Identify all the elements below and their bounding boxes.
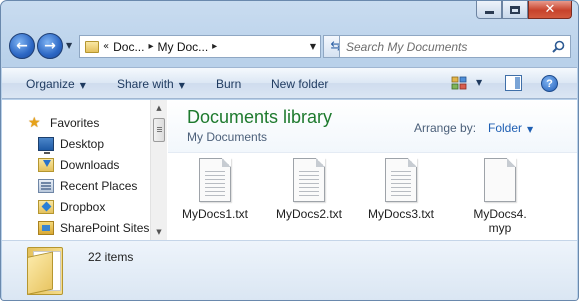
downloads-icon [38, 157, 54, 172]
address-bar[interactable]: « Doc... ▸ My Doc... ▸ ▼ [79, 35, 321, 58]
minimize-button[interactable] [476, 1, 502, 19]
breadcrumb-separator-icon[interactable]: ▸ [148, 41, 153, 52]
file-item[interactable]: MyDocs2.txt [265, 158, 353, 221]
sidebar-item-recent-places[interactable]: Recent Places [2, 175, 150, 196]
file-view: Documents library My Documents Arrange b… [168, 100, 577, 240]
sidebar-item-label: Downloads [60, 157, 120, 172]
organize-label: Organize [26, 77, 75, 91]
command-bar: Organize ▼ Share with ▼ Burn New folder ▼ … [2, 67, 577, 99]
library-folder-icon [27, 247, 63, 295]
file-name: MyDocs2.txt [275, 207, 342, 221]
sidebar-item-label: Recent Places [60, 178, 138, 193]
file-item[interactable]: MyDocs3.txt [357, 158, 445, 221]
search-icon[interactable] [552, 40, 565, 53]
recent-places-icon [38, 178, 54, 193]
chevron-down-icon: ▼ [79, 81, 86, 90]
minimize-icon [484, 10, 494, 14]
sidebar-item-label: Desktop [60, 136, 105, 151]
content-area: ★ Favorites Desktop Downloads Recent Pla… [2, 100, 577, 240]
forward-button[interactable]: → [37, 33, 63, 59]
sidebar-item-sharepoint-sites[interactable]: SharePoint Sites [2, 217, 150, 238]
sidebar-item-label: Dropbox [60, 199, 106, 214]
sidebar-item-downloads[interactable]: Downloads [2, 154, 150, 175]
details-pane: 22 items [2, 240, 577, 300]
file-name: MyDocs4.myp [473, 207, 527, 235]
breadcrumb-my-documents[interactable]: My Doc... [158, 40, 209, 54]
sidebar-item-label: Favorites [50, 115, 100, 130]
navigation-bar: ← → ▼ « Doc... ▸ My Doc... ▸ ▼ ⇆ [9, 33, 571, 59]
file-name: MyDocs3.txt [367, 207, 434, 221]
close-button[interactable]: ✕ [528, 1, 572, 19]
file-item[interactable]: MyDocs4.myp [456, 158, 544, 235]
breadcrumb-documents[interactable]: Doc... [113, 40, 144, 54]
text-file-icon [385, 158, 417, 202]
new-folder-button[interactable]: New folder [271, 77, 328, 91]
sidebar-item-desktop[interactable]: Desktop [2, 133, 150, 154]
change-view-icon[interactable] [451, 76, 467, 90]
share-with-label: Share with [117, 77, 174, 91]
view-options-dropdown-icon[interactable]: ▼ [476, 78, 482, 87]
arrange-by-dropdown[interactable]: Folder ▼ [488, 121, 533, 135]
recent-pages-dropdown-icon[interactable]: ▼ [66, 41, 72, 50]
sharepoint-icon [38, 220, 54, 235]
sidebar-item-label: SharePoint Sites [60, 220, 150, 235]
file-grid: MyDocs1.txt MyDocs2.txt MyDocs3.txt MyDo… [168, 158, 577, 240]
folder-icon [85, 40, 99, 53]
navigation-pane-scrollbar[interactable]: ▲ ▼ [150, 100, 167, 240]
overflow-chevron-icon[interactable]: « [103, 41, 109, 52]
caption-buttons: ✕ [476, 1, 572, 19]
back-button[interactable]: ← [9, 33, 35, 59]
maximize-icon [510, 5, 520, 14]
chevron-down-icon: ▼ [527, 125, 534, 134]
generic-file-icon [484, 158, 516, 202]
file-item[interactable]: MyDocs1.txt [171, 158, 259, 221]
explorer-window: ✕ ← → ▼ « Doc... ▸ My Doc... ▸ ▼ ⇆ Organ… [0, 0, 579, 301]
help-button[interactable]: ? [541, 75, 558, 92]
library-subtitle: My Documents [187, 130, 268, 144]
scrollbar-thumb[interactable] [153, 118, 165, 142]
share-with-button[interactable]: Share with ▼ [117, 77, 185, 91]
item-count: 22 items [88, 250, 134, 264]
forward-arrow-icon: → [44, 38, 56, 54]
search-input[interactable] [346, 39, 546, 54]
file-name: MyDocs1.txt [181, 207, 248, 221]
burn-button[interactable]: Burn [216, 77, 241, 91]
preview-pane-icon[interactable] [505, 75, 522, 91]
breadcrumb-separator-icon[interactable]: ▸ [212, 41, 217, 52]
arrange-by-label: Arrange by: [414, 121, 477, 135]
star-icon: ★ [28, 114, 41, 131]
organize-button[interactable]: Organize ▼ [26, 77, 86, 91]
desktop-icon [38, 136, 54, 154]
scroll-up-icon[interactable]: ▲ [151, 100, 167, 116]
back-arrow-icon: ← [16, 38, 28, 54]
library-header: Documents library My Documents Arrange b… [168, 100, 577, 153]
sidebar-item-favorites[interactable]: ★ Favorites [2, 112, 150, 133]
text-file-icon [293, 158, 325, 202]
text-file-icon [199, 158, 231, 202]
library-title: Documents library [187, 107, 333, 127]
search-box[interactable] [339, 35, 571, 58]
scroll-down-icon[interactable]: ▼ [151, 224, 167, 240]
maximize-button[interactable] [502, 1, 528, 19]
chevron-down-icon: ▼ [178, 81, 185, 90]
sidebar-item-dropbox[interactable]: Dropbox [2, 196, 150, 217]
close-icon: ✕ [544, 2, 556, 17]
dropbox-icon [38, 199, 54, 214]
arrange-by-value: Folder [488, 121, 523, 135]
address-dropdown-icon[interactable]: ▼ [310, 42, 316, 51]
navigation-pane: ★ Favorites Desktop Downloads Recent Pla… [2, 100, 150, 240]
